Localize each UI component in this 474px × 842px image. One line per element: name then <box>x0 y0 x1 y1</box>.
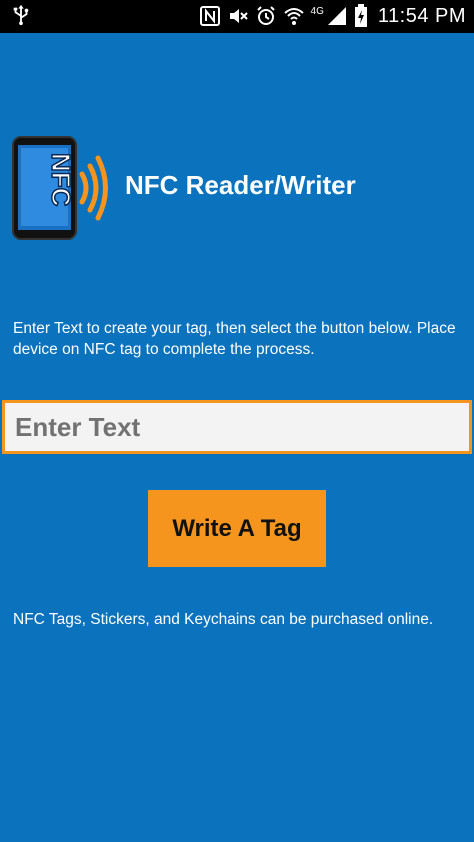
purchase-note-text: NFC Tags, Stickers, and Keychains can be… <box>13 611 434 628</box>
nfc-logo-icon: NFC <box>12 136 108 240</box>
status-time: 11:54 PM <box>377 4 466 27</box>
usb-icon <box>13 4 29 26</box>
wifi-icon <box>283 8 304 25</box>
signal-icon <box>327 7 346 25</box>
tag-text-input[interactable] <box>2 400 472 454</box>
alarm-icon <box>256 6 275 25</box>
mute-icon <box>229 9 248 23</box>
status-left-icons <box>10 4 38 28</box>
instructions-text: Enter Text to create your tag, then sele… <box>13 320 456 358</box>
battery-icon <box>354 4 367 27</box>
nfc-logo-text: NFC <box>46 153 76 207</box>
nfc-icon <box>199 6 220 26</box>
network-type-label: 4G <box>310 5 324 17</box>
write-tag-button[interactable]: Write A Tag <box>148 490 326 567</box>
app-title: NFC Reader/Writer <box>125 170 356 200</box>
status-right-icons: 4G 11:54 PM <box>199 3 466 29</box>
status-bar: 4G 11:54 PM <box>0 0 474 33</box>
